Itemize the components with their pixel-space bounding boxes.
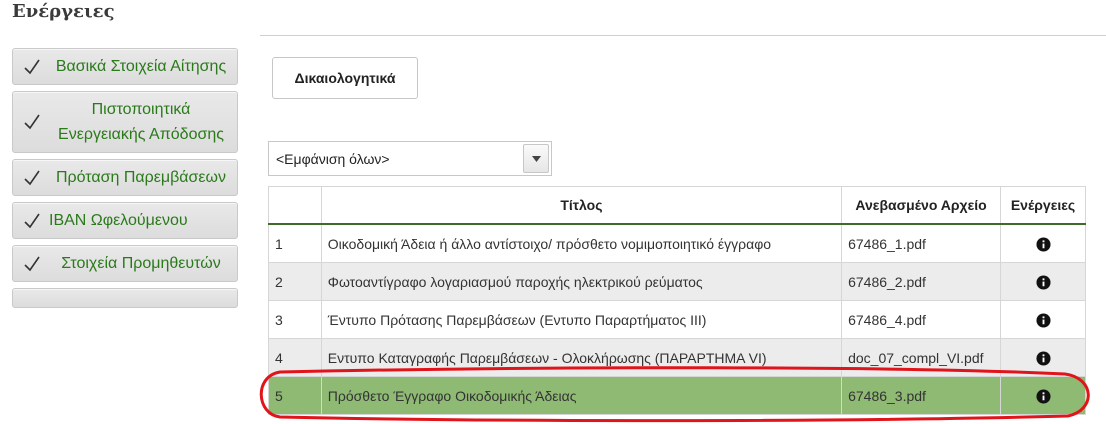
row-file: 67486_1.pdf [841, 223, 1002, 263]
dropdown-button[interactable] [523, 144, 549, 173]
column-header-uploaded-file[interactable]: Ανεβασμένο Αρχείο [841, 186, 1002, 225]
table-row: 3 Έντυπο Πρότασης Παρεμβάσεων (Εντυπο Πα… [268, 300, 1086, 339]
table-row-highlighted: 5 Πρόσθετο Έγγραφο Οικοδομικής Άδειας 67… [268, 376, 1086, 415]
info-icon[interactable] [1035, 237, 1051, 252]
tab-documents[interactable]: Δικαιολογητικά [272, 57, 418, 99]
sidebar-item-label: IBAN Ωφελούμενου [49, 212, 188, 229]
row-number: 1 [268, 223, 322, 263]
filter-select[interactable]: <Εμφάνιση όλων> [268, 141, 552, 176]
filter-selected-value: <Εμφάνιση όλων> [276, 151, 390, 167]
sidebar-item-label: Πιστοποιητικά Ενεργειακής Απόδοσης [58, 101, 224, 143]
column-header-title[interactable]: Τίτλος [320, 186, 843, 225]
checkmark-icon [24, 256, 40, 271]
row-file: doc_07_compl_VI.pdf [841, 338, 1002, 377]
row-number: 3 [268, 300, 322, 339]
checkmark-icon [24, 59, 40, 74]
sidebar-item-iban[interactable]: IBAN Ωφελούμενου [12, 202, 238, 239]
row-file: 67486_3.pdf [841, 376, 1002, 415]
sidebar-item-suppliers[interactable]: Στοιχεία Προμηθευτών [12, 245, 238, 282]
section-title: Ενέργειες [12, 1, 115, 22]
table-row: 4 Εντυπο Καταγραφής Παρεμβάσεων - Ολοκλή… [268, 338, 1086, 377]
sidebar-item-label: Στοιχεία Προμηθευτών [61, 255, 221, 272]
sidebar-item-energy-certificates[interactable]: Πιστοποιητικά Ενεργειακής Απόδοσης [12, 91, 238, 153]
checkmark-icon [24, 213, 40, 228]
row-number: 4 [268, 338, 322, 377]
info-icon[interactable] [1035, 275, 1051, 290]
row-number: 5 [268, 376, 322, 415]
checkmark-icon [24, 114, 40, 130]
info-icon[interactable] [1035, 389, 1051, 404]
column-header-actions: Ενέργειες [1000, 186, 1086, 225]
table-header-row: Τίτλος Ανεβασμένο Αρχείο Ενέργειες [268, 186, 1086, 225]
row-number: 2 [268, 262, 322, 301]
row-title: Εντυπο Καταγραφής Παρεμβάσεων - Ολοκλήρω… [320, 338, 843, 377]
row-title: Οικοδομική Άδεια ή άλλο αντίστοιχο/ πρόσ… [320, 223, 843, 263]
sidebar-item-interventions-proposal[interactable]: Πρόταση Παρεμβάσεων [12, 159, 238, 196]
row-actions [1000, 338, 1086, 377]
sidebar-item-label: Πρόταση Παρεμβάσεων [55, 169, 227, 186]
row-actions [1000, 300, 1086, 339]
sidebar-item-basic-info[interactable]: Βασικά Στοιχεία Αίτησης [12, 48, 238, 85]
column-header-number [268, 186, 322, 225]
divider [260, 35, 1106, 36]
row-title: Έντυπο Πρότασης Παρεμβάσεων (Εντυπο Παρα… [320, 300, 843, 339]
row-file: 67486_2.pdf [841, 262, 1002, 301]
table-row: 2 Φωτοαντίγραφο λογαριασμού παροχής ηλεκ… [268, 262, 1086, 301]
caret-down-icon [532, 156, 541, 162]
row-actions [1000, 376, 1086, 415]
documents-table: Τίτλος Ανεβασμένο Αρχείο Ενέργειες 1 Οικ… [268, 186, 1086, 415]
info-icon[interactable] [1035, 351, 1051, 366]
checkmark-icon [24, 170, 40, 185]
sidebar-item-label: Βασικά Στοιχεία Αίτησης [55, 58, 227, 75]
row-title: Πρόσθετο Έγγραφο Οικοδομικής Άδειας [320, 376, 843, 415]
row-title: Φωτοαντίγραφο λογαριασμού παροχής ηλεκτρ… [320, 262, 843, 301]
sidebar: Βασικά Στοιχεία Αίτησης Πιστοποιητικά Εν… [12, 48, 238, 314]
info-icon[interactable] [1035, 313, 1051, 328]
table-row: 1 Οικοδομική Άδεια ή άλλο αντίστοιχο/ πρ… [268, 223, 1086, 263]
row-file: 67486_4.pdf [841, 300, 1002, 339]
row-actions [1000, 262, 1086, 301]
sidebar-item-next[interactable] [12, 288, 238, 308]
row-actions [1000, 223, 1086, 263]
